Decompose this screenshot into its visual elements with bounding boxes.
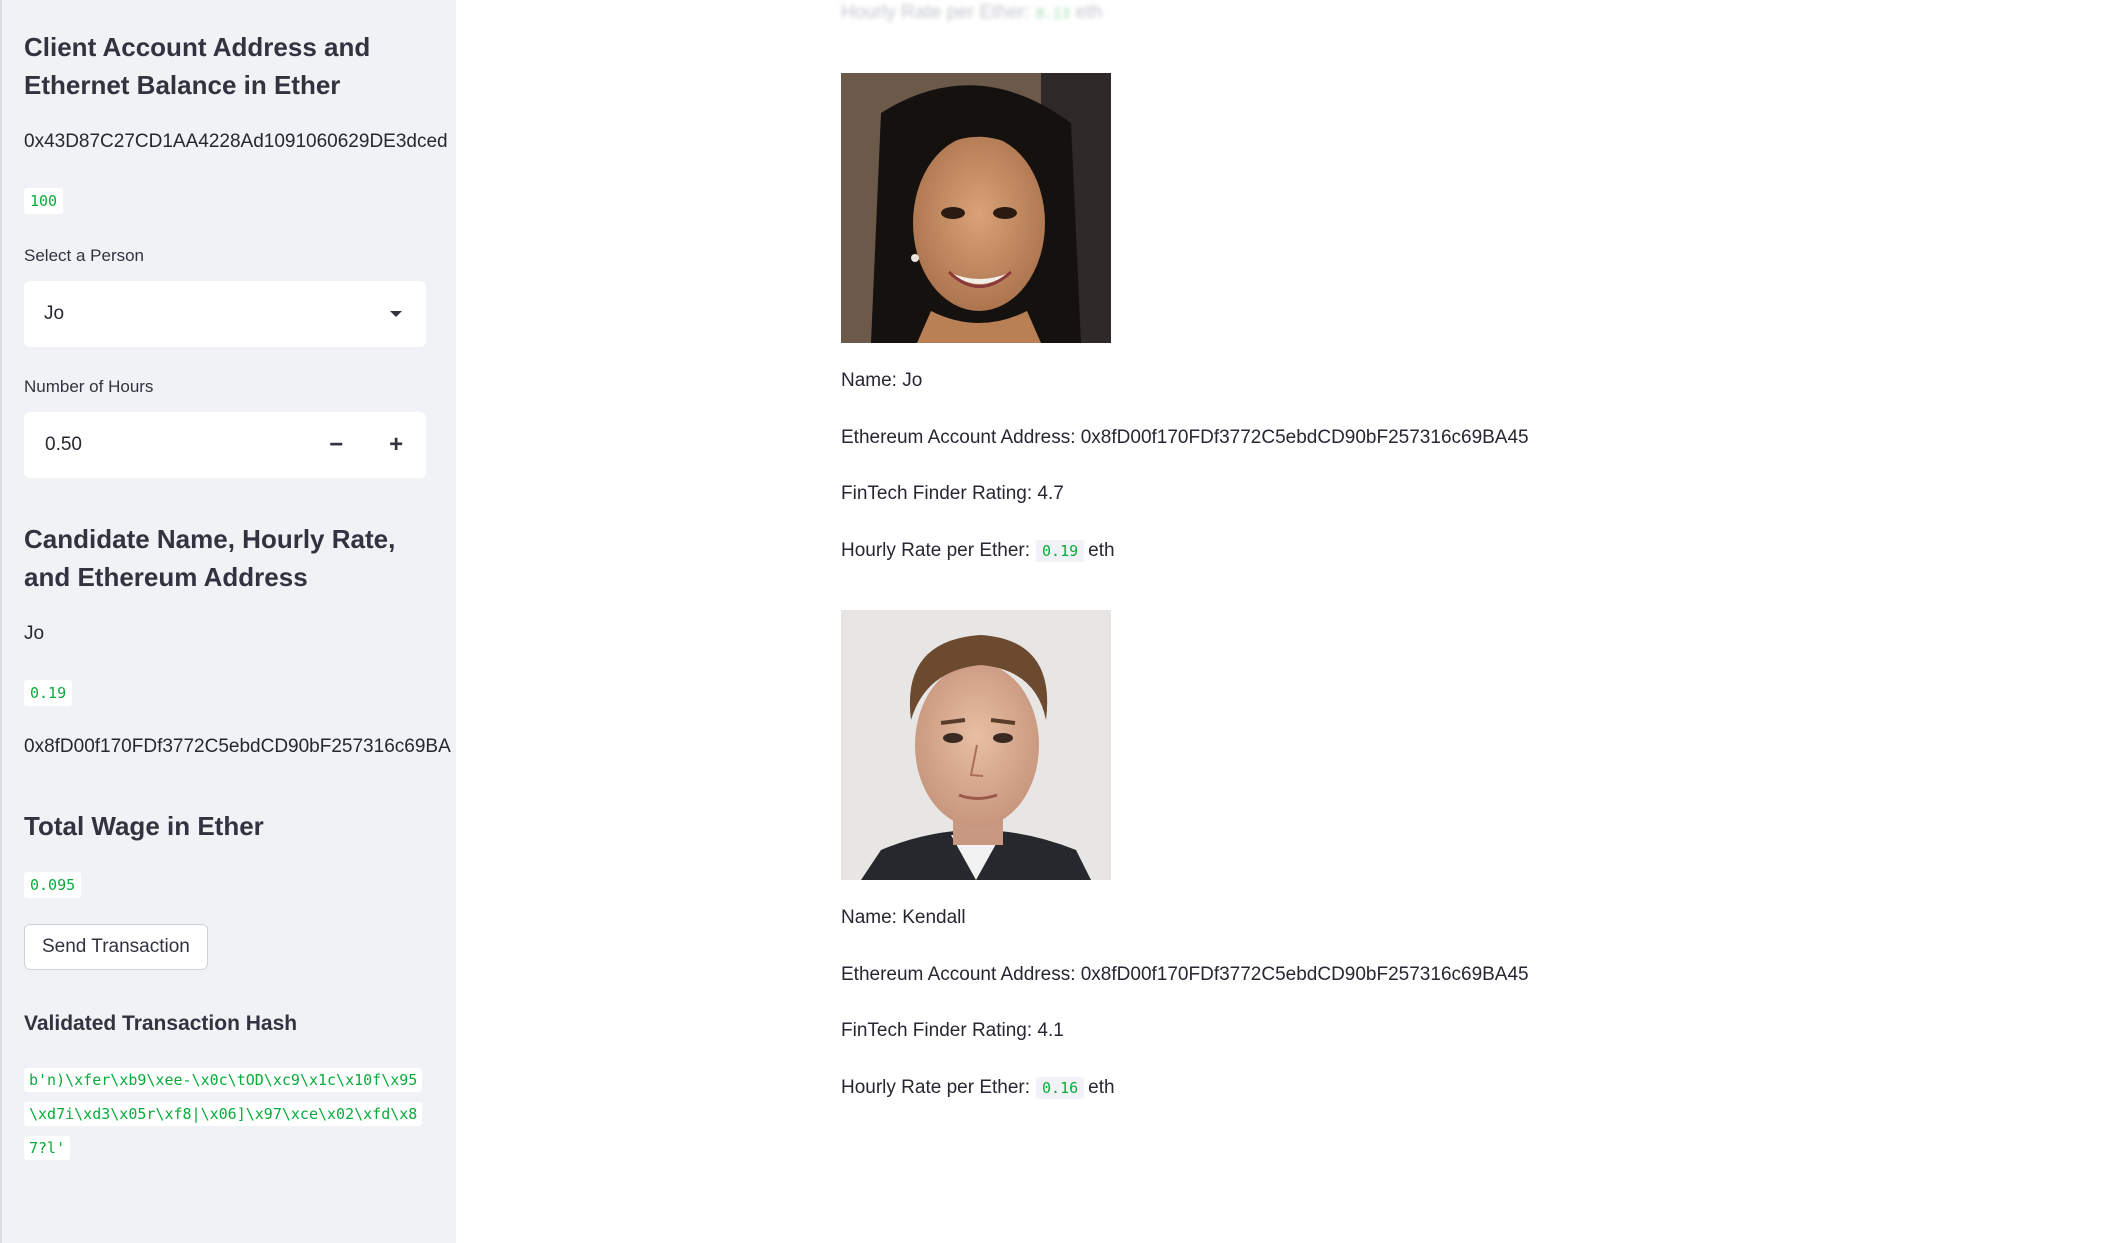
candidate-name: Jo <box>24 623 45 644</box>
faded-rate-unit: eth <box>1075 2 1103 23</box>
candidate-rate: 0.19 <box>24 680 73 706</box>
candidate-name-kendall: Name: Kendall <box>841 907 966 928</box>
hash-header: Validated Transaction Hash <box>24 1012 298 1035</box>
main-content: Hourly Rate per Ether: 0.13 eth Name: Jo… <box>456 0 2118 1243</box>
candidate-name-jo: Name: Jo <box>841 370 923 391</box>
hours-label: Number of Hours <box>24 377 154 396</box>
select-person-value: Jo <box>44 303 65 324</box>
rate-unit: eth <box>1088 1077 1115 1098</box>
faded-rate-value: 0.13 <box>1036 6 1070 22</box>
candidate-header: Candidate Name, Hourly Rate, and Ethereu… <box>24 524 396 592</box>
rate-label: Hourly Rate per Ether: <box>841 540 1031 561</box>
transaction-hash-value: b'n)\xfer\xb9\xee-\x0c\tOD\xc9\x1c\x10f\… <box>24 1068 423 1160</box>
select-person-label: Select a Person <box>24 246 145 265</box>
candidate-rate-line-kendall: Hourly Rate per Ether: 0.16 eth <box>841 1074 1115 1102</box>
sidebar: Client Account Address and Ethernet Bala… <box>0 0 456 1243</box>
hours-input[interactable] <box>24 414 307 476</box>
send-transaction-button[interactable]: Send Transaction <box>24 924 208 970</box>
faded-rate-label: Hourly Rate per Ether: <box>841 2 1031 23</box>
portrait-man-image <box>841 610 1111 880</box>
rate-label: Hourly Rate per Ether: <box>841 1077 1031 1098</box>
candidate-address-kendall: Ethereum Account Address: 0x8fD00f170FDf… <box>841 964 1529 985</box>
rate-value: 0.16 <box>1036 1077 1085 1099</box>
candidate-rating-jo: FinTech Finder Rating: 4.7 <box>841 483 1064 504</box>
wage-value: 0.095 <box>24 872 82 898</box>
portrait-woman-image <box>841 73 1111 343</box>
client-balance: 100 <box>24 188 64 214</box>
rate-unit: eth <box>1088 540 1115 561</box>
candidate-photo-kendall <box>841 610 1111 880</box>
candidate-rating-kendall: FinTech Finder Rating: 4.1 <box>841 1020 1064 1041</box>
plus-icon[interactable]: + <box>366 412 426 478</box>
client-address: 0x43D87C27CD1AA4228Ad1091060629DE3dced <box>24 131 448 152</box>
select-person-dropdown[interactable]: Jo <box>24 281 426 347</box>
app-root: Client Account Address and Ethernet Bala… <box>0 0 2118 1243</box>
candidate-rate-line-jo: Hourly Rate per Ether: 0.19 eth <box>841 537 1115 565</box>
candidate-address: 0x8fD00f170FDf3772C5ebdCD90bF257316c69BA… <box>24 736 451 757</box>
candidate-address-jo: Ethereum Account Address: 0x8fD00f170FDf… <box>841 427 1529 448</box>
transaction-hash: b'n)\xfer\xb9\xee-\x0c\tOD\xc9\x1c\x10f\… <box>24 1063 424 1165</box>
rate-value: 0.19 <box>1036 540 1085 562</box>
minus-icon[interactable]: − <box>306 412 366 478</box>
candidate-photo-jo <box>841 73 1111 343</box>
faded-rate-line: Hourly Rate per Ether: 0.13 eth <box>841 0 1102 28</box>
wage-header: Total Wage in Ether <box>24 811 264 841</box>
hours-stepper: − + <box>24 412 426 478</box>
client-header: Client Account Address and Ethernet Bala… <box>24 32 371 100</box>
chevron-down-icon <box>390 311 402 317</box>
